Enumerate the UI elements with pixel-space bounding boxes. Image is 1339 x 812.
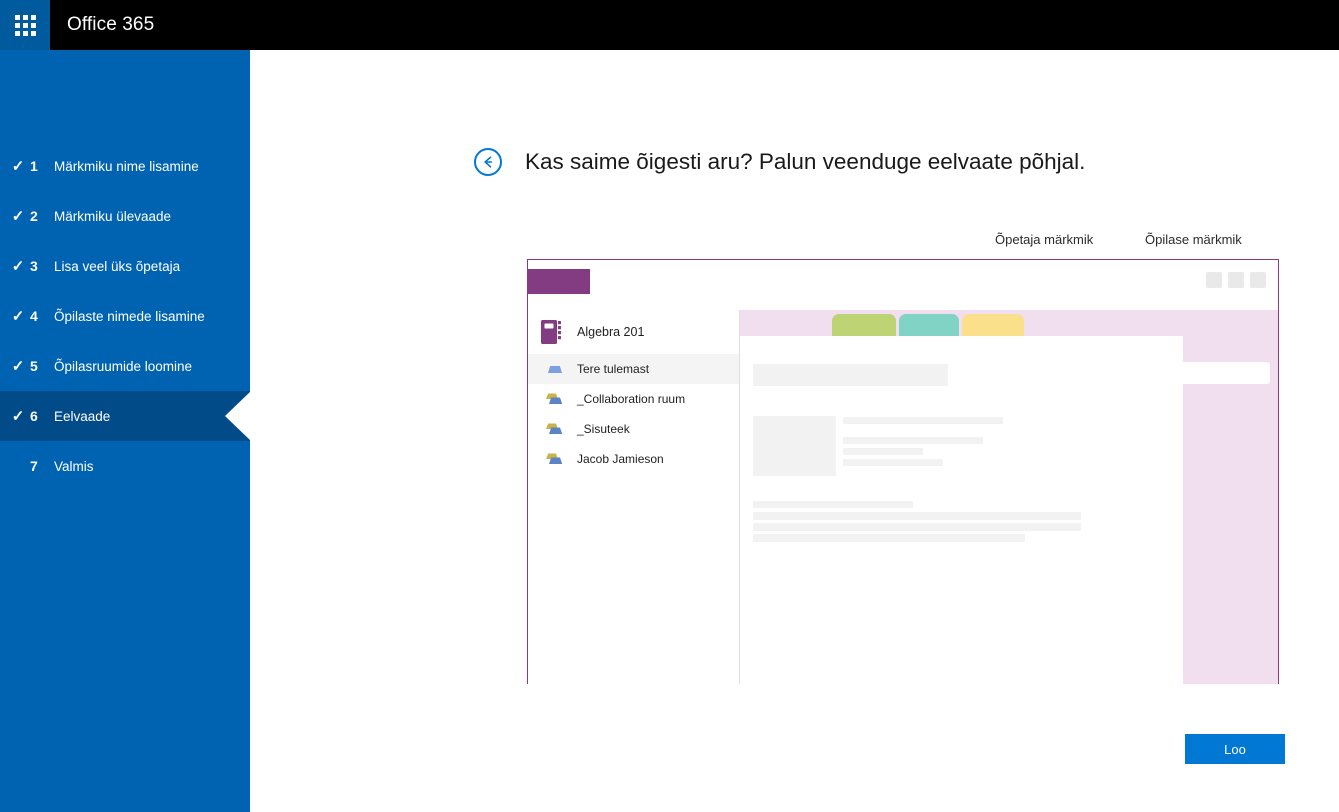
section-tab-teal[interactable] bbox=[899, 314, 959, 336]
wizard-sidebar: ✓ 1 Märkmiku nime lisamine ✓ 2 Märkmiku … bbox=[0, 50, 251, 812]
skeleton-line bbox=[843, 448, 923, 455]
step-number: 2 bbox=[30, 208, 38, 224]
skeleton-line bbox=[843, 417, 1003, 424]
nav-item-sisuteek[interactable]: _Sisuteek bbox=[528, 414, 739, 444]
notebook-name: Algebra 201 bbox=[577, 325, 645, 339]
skeleton-line bbox=[753, 534, 1025, 542]
section-tab-bar bbox=[740, 310, 1278, 336]
section-tab-active[interactable] bbox=[740, 310, 830, 336]
check-icon: ✓ bbox=[11, 407, 25, 425]
section-group-icon bbox=[546, 393, 563, 404]
step-number: 1 bbox=[30, 158, 38, 174]
window-controls bbox=[1206, 272, 1266, 288]
suite-title: Office 365 bbox=[67, 14, 155, 35]
sidebar-step-6[interactable]: ✓ 6 Eelvaade bbox=[0, 391, 251, 441]
section-group-icon bbox=[546, 453, 563, 464]
notebook-nav-panel: Algebra 201 Tere tulemast _Collaboration… bbox=[528, 310, 740, 684]
tab-teacher-notebook[interactable]: Õpetaja märkmik bbox=[995, 232, 1145, 247]
sidebar-step-4[interactable]: ✓ 4 Õpilaste nimede lisamine bbox=[0, 291, 250, 341]
notebook-preview: Algebra 201 Tere tulemast _Collaboration… bbox=[527, 259, 1279, 684]
page-column bbox=[740, 310, 1278, 684]
tab-student-notebook[interactable]: Õpilase märkmik bbox=[1145, 232, 1295, 247]
app-launcher-button[interactable] bbox=[0, 0, 50, 50]
main-content: Kas saime õigesti aru? Palun veenduge ee… bbox=[250, 50, 1339, 812]
page-title: Kas saime õigesti aru? Palun veenduge ee… bbox=[525, 149, 1086, 174]
nav-item-collaboration-ruum[interactable]: _Collaboration ruum bbox=[528, 384, 739, 414]
nav-item-label: Tere tulemast bbox=[577, 362, 650, 376]
check-icon: ✓ bbox=[11, 357, 25, 375]
step-number: 6 bbox=[30, 408, 38, 424]
back-arrow-icon bbox=[484, 156, 493, 168]
step-number: 5 bbox=[30, 358, 38, 374]
skeleton-line bbox=[753, 523, 1081, 531]
sidebar-step-5[interactable]: ✓ 5 Õpilasruumide loomine bbox=[0, 341, 250, 391]
step-label: Valmis bbox=[54, 458, 94, 474]
check-icon: ✓ bbox=[11, 307, 25, 325]
sidebar-step-1[interactable]: ✓ 1 Märkmiku nime lisamine bbox=[0, 141, 250, 191]
section-tab-green[interactable] bbox=[832, 314, 896, 336]
section-tab-yellow[interactable] bbox=[962, 314, 1024, 336]
nav-item-label: Jacob Jamieson bbox=[577, 452, 664, 466]
notebook-title-row: Algebra 201 bbox=[528, 310, 739, 354]
notebook-icon bbox=[541, 320, 561, 344]
step-label: Õpilaste nimede lisamine bbox=[54, 308, 205, 324]
page-header: Kas saime õigesti aru? Palun veenduge ee… bbox=[474, 148, 1085, 176]
step-number: 4 bbox=[30, 308, 38, 324]
sidebar-step-3[interactable]: ✓ 3 Lisa veel üks õpetaja bbox=[0, 241, 250, 291]
step-number: 3 bbox=[30, 258, 38, 274]
minimize-box-icon[interactable] bbox=[1206, 272, 1222, 288]
back-button[interactable] bbox=[474, 148, 502, 176]
preview-tab-bar: Õpetaja märkmik Õpilase märkmik bbox=[995, 232, 1295, 247]
section-group-icon bbox=[546, 423, 563, 434]
page-canvas-strip bbox=[1183, 362, 1270, 384]
check-icon: ✓ bbox=[11, 207, 25, 225]
skeleton-title bbox=[753, 364, 948, 386]
check-icon: ✓ bbox=[11, 157, 25, 175]
skeleton-line bbox=[753, 501, 913, 508]
step-label: Märkmiku nime lisamine bbox=[54, 158, 199, 174]
sidebar-step-2[interactable]: ✓ 2 Märkmiku ülevaade bbox=[0, 191, 250, 241]
suite-bar: Office 365 bbox=[0, 0, 1339, 50]
nav-item-jacob-jamieson[interactable]: Jacob Jamieson bbox=[528, 444, 739, 474]
step-label: Märkmiku ülevaade bbox=[54, 208, 172, 224]
step-label: Lisa veel üks õpetaja bbox=[54, 258, 181, 274]
skeleton-line bbox=[843, 459, 943, 466]
wizard-step-list: ✓ 1 Märkmiku nime lisamine ✓ 2 Märkmiku … bbox=[0, 141, 251, 491]
close-box-icon[interactable] bbox=[1250, 272, 1266, 288]
skeleton-line bbox=[753, 512, 1081, 520]
waffle-grid-icon bbox=[14, 14, 36, 36]
skeleton-line bbox=[843, 437, 983, 444]
active-step-pointer bbox=[225, 391, 251, 441]
check-icon: ✓ bbox=[11, 257, 25, 275]
preview-title-block bbox=[528, 269, 590, 294]
nav-item-tere-tulemast[interactable]: Tere tulemast bbox=[528, 354, 739, 384]
nav-item-label: _Collaboration ruum bbox=[577, 392, 686, 406]
sidebar-step-7[interactable]: 7 Valmis bbox=[0, 441, 250, 491]
create-button[interactable]: Loo bbox=[1185, 734, 1285, 764]
step-label: Õpilasruumide loomine bbox=[54, 358, 193, 374]
step-label: Eelvaade bbox=[54, 408, 111, 424]
page-canvas bbox=[740, 336, 1183, 684]
nav-item-label: _Sisuteek bbox=[577, 422, 630, 436]
section-icon bbox=[548, 366, 562, 373]
skeleton-image bbox=[753, 416, 836, 476]
step-number: 7 bbox=[30, 458, 38, 474]
maximize-box-icon[interactable] bbox=[1228, 272, 1244, 288]
